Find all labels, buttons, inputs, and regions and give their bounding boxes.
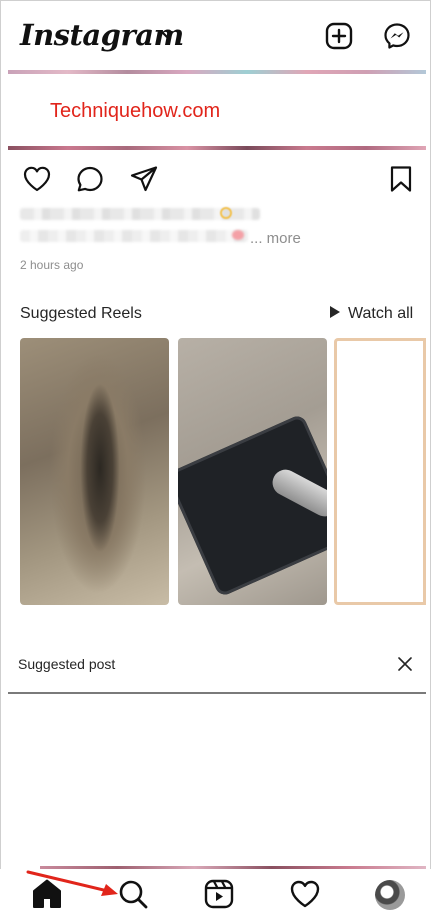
save-bookmark-icon[interactable]	[386, 164, 416, 194]
reels-icon[interactable]	[202, 877, 236, 911]
caption-more-link[interactable]: ... more	[250, 230, 301, 247]
suggested-post-label: Suggested post	[18, 656, 116, 672]
divider	[8, 692, 426, 694]
messenger-icon[interactable]	[383, 22, 411, 50]
caption-emoji-blur	[220, 207, 232, 219]
caption-emoji-blur-2	[232, 230, 244, 240]
post-image-bottom-edge	[8, 146, 426, 150]
caption-redacted-line-2	[20, 230, 248, 242]
chevron-down-icon[interactable]	[160, 30, 174, 40]
profile-avatar[interactable]	[375, 880, 405, 910]
post-image-top-edge	[8, 70, 426, 74]
comment-icon[interactable]	[75, 164, 105, 194]
plus-square-icon[interactable]	[325, 22, 353, 50]
home-icon[interactable]	[30, 877, 64, 911]
watermark-text: Techniquehow.com	[50, 100, 221, 122]
post-timestamp: 2 hours ago	[20, 258, 84, 272]
reel-thumbnail[interactable]	[334, 338, 426, 605]
watch-all-label: Watch all	[348, 305, 414, 322]
post-actions	[0, 160, 433, 200]
post-image[interactable]: Techniquehow.com	[8, 70, 426, 150]
reel-thumbnail[interactable]	[178, 338, 327, 605]
play-icon	[330, 306, 340, 318]
activity-heart-icon[interactable]	[288, 877, 322, 911]
suggested-reels-title: Suggested Reels	[20, 305, 142, 322]
like-heart-icon[interactable]	[22, 164, 52, 194]
share-send-icon[interactable]	[129, 164, 159, 194]
bottom-nav	[0, 869, 433, 920]
top-header: Instagram	[0, 0, 433, 70]
close-icon[interactable]	[398, 657, 412, 671]
watch-all-button[interactable]: Watch all	[330, 305, 413, 323]
reel-thumbnail[interactable]	[20, 338, 169, 605]
search-icon[interactable]	[116, 877, 150, 911]
